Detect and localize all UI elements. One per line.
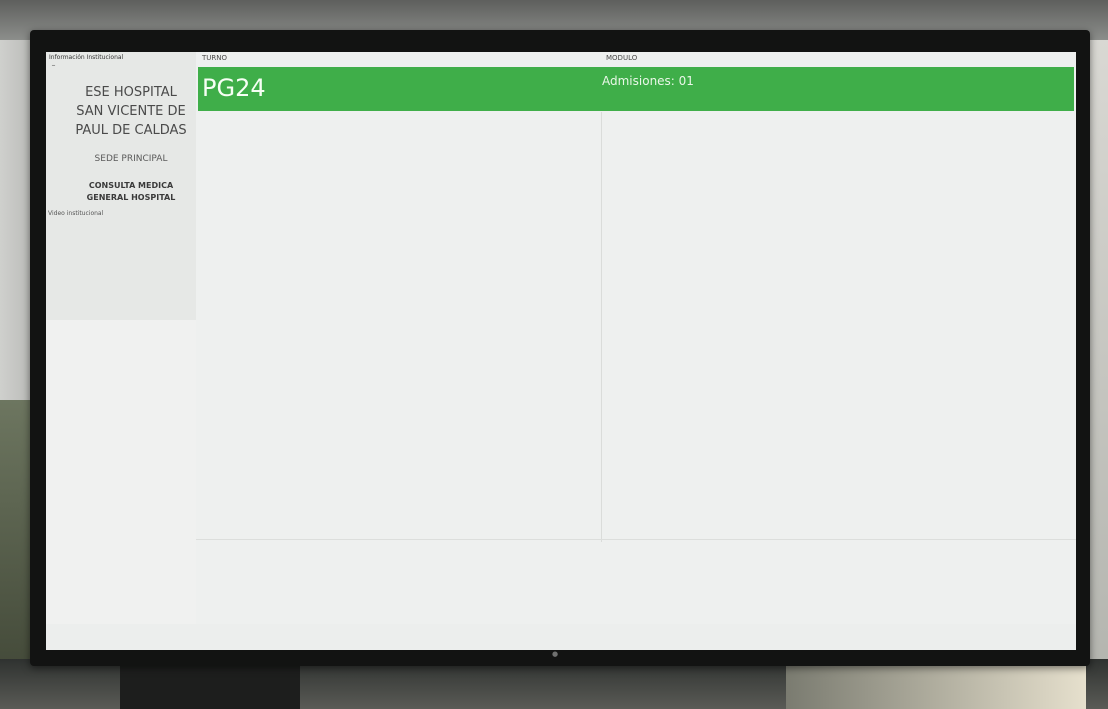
- column-divider: [601, 112, 602, 542]
- modulo-column-header: MODULO: [606, 54, 638, 62]
- display-screen: Información Institucional ━ ESE HOSPITAL…: [46, 52, 1076, 650]
- tv-brand-logo: ●: [552, 650, 560, 658]
- hospital-name-line-3: PAUL DE CALDAS: [75, 123, 187, 138]
- hospital-name-line-2: SAN VICENTE DE: [76, 104, 186, 119]
- room-window: [786, 664, 1086, 709]
- hospital-name: ESE HOSPITAL SAN VICENTE DE PAUL DE CALD…: [70, 83, 192, 140]
- tv-monitor: Información Institucional ━ ESE HOSPITAL…: [30, 30, 1090, 666]
- module-name: Admisiones: 01: [602, 74, 694, 88]
- table-row: PG24 Admisiones: 01: [198, 67, 1074, 111]
- video-label: Video institucional: [48, 210, 104, 217]
- hospital-name-line-1: ESE HOSPITAL: [85, 85, 177, 100]
- turn-number: PG24: [202, 74, 266, 102]
- turn-queue-table: TURNO MODULO PG24 Admisiones: 01: [196, 52, 1076, 624]
- turno-column-header: TURNO: [202, 54, 228, 62]
- institutional-sidebar: Información Institucional ━ ESE HOSPITAL…: [46, 52, 197, 624]
- service-label-line-2: GENERAL HOSPITAL: [86, 193, 176, 202]
- sidebar-title: Información Institucional: [49, 54, 124, 61]
- sede-label: SEDE PRINCIPAL: [94, 154, 168, 164]
- video-player[interactable]: [46, 320, 196, 624]
- tv-stand: [120, 664, 300, 709]
- service-label: CONSULTA MEDICA GENERAL HOSPITAL: [70, 180, 192, 204]
- row-divider: [196, 539, 1076, 540]
- sidebar-logo-mark: ━: [52, 63, 56, 69]
- service-label-line-1: CONSULTA MEDICA: [88, 181, 174, 190]
- status-footer: [46, 624, 1076, 650]
